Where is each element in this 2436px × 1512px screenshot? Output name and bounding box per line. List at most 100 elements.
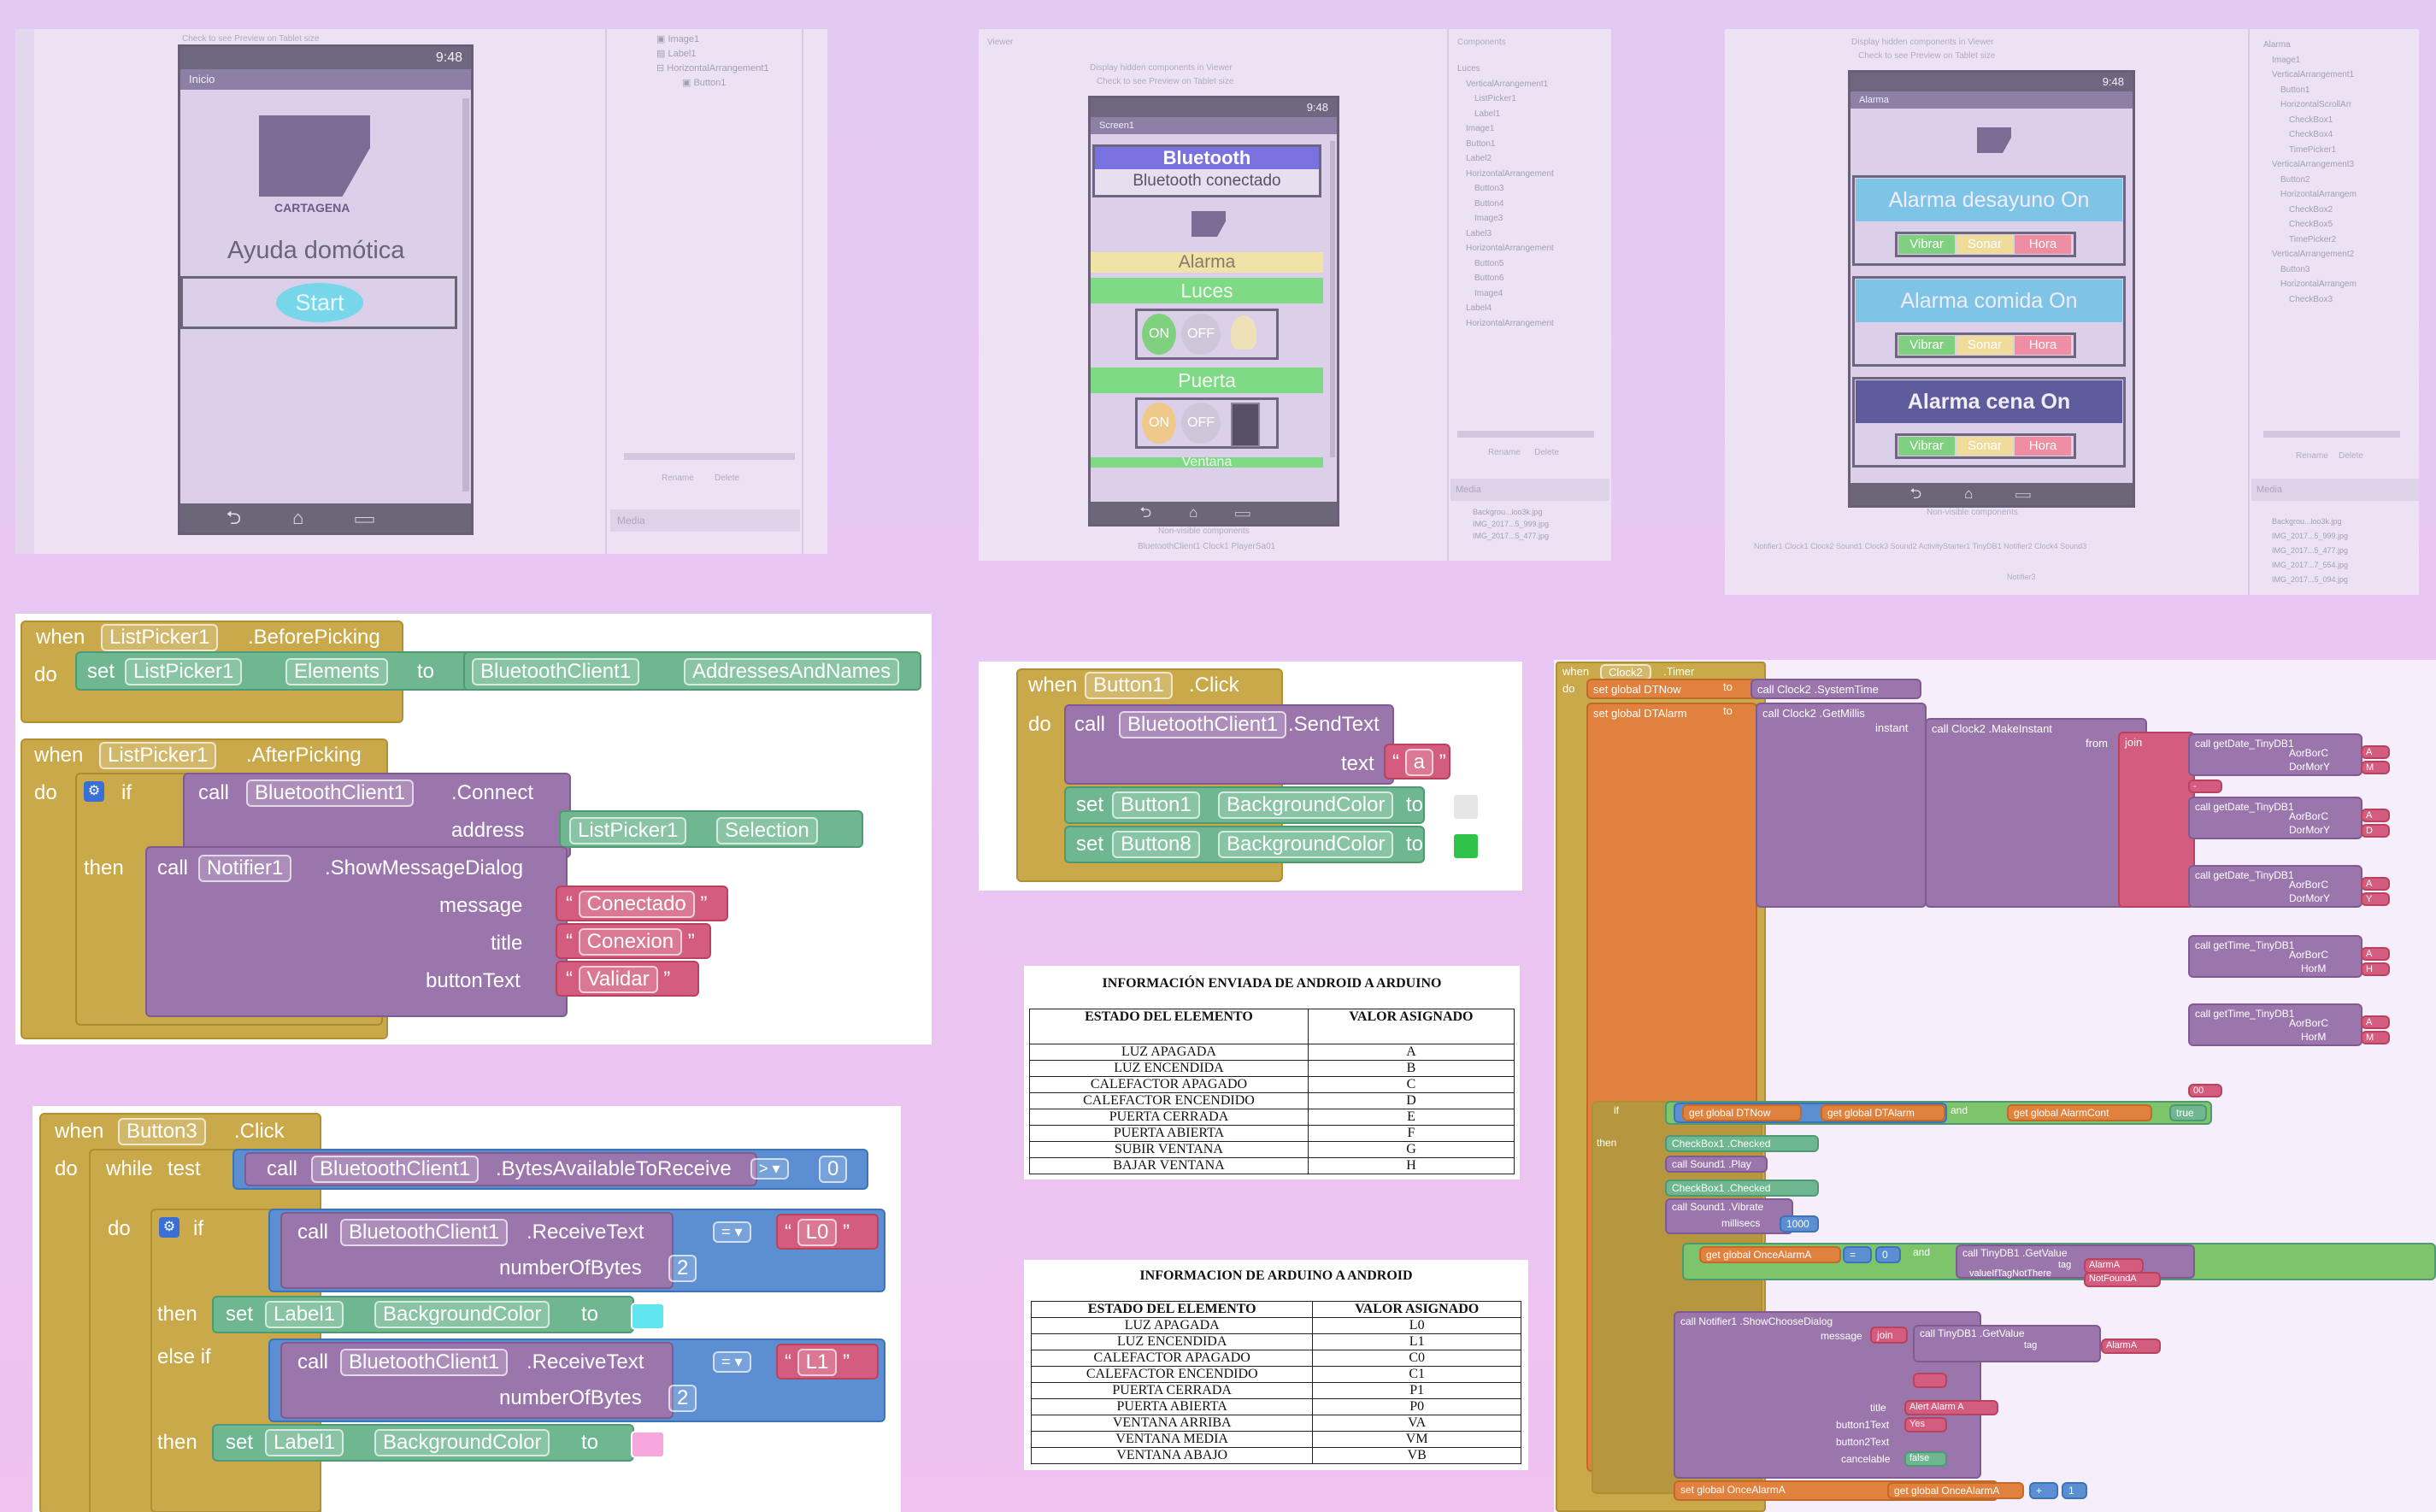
media-item[interactable]: IMG_2017...5_999.jpg [2272, 529, 2348, 544]
tree-scrollbar[interactable] [624, 453, 795, 460]
eq-operator-chip[interactable]: = ▾ [713, 1349, 751, 1373]
tree-item[interactable]: TimePicker1 [2263, 143, 2357, 158]
text-y-block[interactable]: Y [2361, 892, 2390, 906]
scrollbar[interactable] [462, 98, 469, 491]
tree-item[interactable]: TimePicker2 [2263, 232, 2357, 248]
bt-client-chip[interactable]: BluetoothClient1 [340, 1219, 509, 1246]
bgcolor-chip[interactable]: BackgroundColor [1218, 831, 1394, 858]
luces-off-button[interactable]: OFF [1181, 314, 1221, 355]
text-a-block[interactable]: A [2361, 877, 2390, 891]
bgcolor-chip[interactable]: BackgroundColor [374, 1429, 550, 1456]
text-zero-block[interactable]: 00 [2188, 1084, 2222, 1097]
button8-chip[interactable]: Button8 [1112, 831, 1200, 858]
vibrar-checkbox[interactable]: Vibrar [1898, 336, 1955, 355]
millisecs-number-block[interactable]: 1000 [1780, 1215, 1819, 1233]
buttontext-text-block[interactable]: “ Validar ” [556, 961, 699, 997]
getdate-call-c[interactable]: call getDate_TinyDB1 [2188, 865, 2362, 908]
button1-chip[interactable]: Button1 [1112, 791, 1200, 819]
rename-button[interactable]: Rename [1488, 448, 1521, 457]
tree-item[interactable]: VerticalArrangement1 [1457, 77, 1554, 92]
tree-item[interactable]: Button2 [2263, 173, 2357, 188]
bt-client-chip[interactable]: BluetoothClient1 [340, 1349, 509, 1376]
media-item[interactable]: IMG_2017...5_477.jpg [1473, 530, 1549, 542]
tree-item[interactable]: VerticalArrangement1 [2263, 68, 2357, 83]
bt-client-chip[interactable]: BluetoothClient1 [472, 658, 640, 685]
sound1-play-block[interactable]: call Sound1 .Play [1665, 1156, 1768, 1173]
hora-timepicker[interactable]: Hora [2015, 336, 2071, 355]
tree-item[interactable]: Label1 [1457, 107, 1554, 122]
selection-chip[interactable]: Selection [716, 817, 818, 844]
tree-item[interactable]: CheckBox2 [2263, 203, 2357, 218]
sonar-checkbox[interactable]: Sonar [1956, 437, 2013, 456]
color-swatch-pink[interactable] [631, 1431, 665, 1458]
eq-operator-chip[interactable]: = ▾ [713, 1219, 751, 1243]
get-oncealarm-block[interactable]: get global OnceAlarmA [1887, 1482, 2024, 1499]
tree-item[interactable]: HorizontalArrangem [2263, 187, 2357, 203]
color-swatch-green[interactable] [1452, 832, 1480, 860]
systemtime-call-block[interactable]: call Clock2 .SystemTime [1751, 679, 1921, 699]
gt-operator-chip[interactable]: > ▾ [750, 1156, 789, 1180]
media-item[interactable]: Backgrou...loo3k.jpg [1473, 506, 1549, 518]
text-a-block[interactable]: A [2361, 745, 2390, 759]
tree-item[interactable]: HorizontalArrangement [1457, 316, 1554, 332]
tree-item[interactable]: Button6 [1457, 271, 1554, 286]
tree-item[interactable]: CheckBox5 [2263, 217, 2357, 232]
start-button[interactable]: Start [276, 283, 363, 322]
tree-scrollbar[interactable] [1457, 431, 1594, 438]
zero-number-chip[interactable]: 0 [819, 1156, 848, 1183]
puerta-off-button[interactable]: OFF [1181, 403, 1221, 444]
tree-item[interactable]: Luces [1457, 62, 1554, 77]
makeinstant-call-block[interactable]: call Clock2 .MakeInstant [1925, 718, 2147, 908]
tree-item[interactable]: Button4 [1457, 197, 1554, 212]
alarm-comida-button[interactable]: Alarma comida On [1856, 279, 2122, 322]
get-dtalarm-block[interactable]: get global DTAlarm [1821, 1104, 1945, 1121]
gettime-call-b[interactable]: call getTime_TinyDB1 [2188, 1003, 2362, 1046]
vibrar-checkbox[interactable]: Vibrar [1898, 235, 1955, 254]
delete-button[interactable]: Delete [1534, 448, 1559, 457]
notifier-chip[interactable]: Notifier1 [198, 855, 292, 882]
bt-client-chip[interactable]: BluetoothClient1 [246, 780, 415, 807]
tree-item[interactable]: Label3 [1457, 227, 1554, 242]
preview-tablet-checkbox[interactable]: Check to see Preview on Tablet size [1097, 77, 1233, 86]
tree-item[interactable]: CheckBox4 [2263, 127, 2357, 143]
button3-chip[interactable]: Button3 [118, 1118, 206, 1145]
media-item[interactable]: IMG_2017...5_999.jpg [1473, 518, 1549, 530]
rename-button[interactable]: Rename [2296, 451, 2328, 461]
title-text-block[interactable]: “ Conexion ” [556, 923, 711, 959]
alarma-button[interactable]: Alarma [1091, 252, 1323, 273]
tree-item[interactable]: ▣ Button1 [656, 76, 769, 91]
bt-client-chip[interactable]: BluetoothClient1 [311, 1156, 480, 1183]
delete-button[interactable]: Delete [715, 474, 739, 483]
tree-item[interactable]: Image3 [1457, 211, 1554, 227]
tree-item[interactable]: ▤ Label1 [656, 47, 769, 62]
tree-item[interactable]: Image4 [1457, 286, 1554, 302]
label1-chip[interactable]: Label1 [265, 1429, 344, 1456]
true-block[interactable]: true [2169, 1104, 2207, 1121]
color-swatch-light[interactable] [1452, 793, 1480, 821]
bgcolor-chip[interactable]: BackgroundColor [374, 1301, 550, 1328]
text-l1-block[interactable]: “ L1 ” [776, 1344, 879, 1380]
alarm-desayuno-button[interactable]: Alarma desayuno On [1856, 179, 2122, 221]
text-dash-block[interactable]: - [2188, 780, 2222, 793]
text-a-block[interactable]: “ a ” [1384, 744, 1450, 780]
alert-title-text-block[interactable]: Alert Alarm A [1904, 1400, 1998, 1415]
tree-item[interactable]: VerticalArrangement2 [2263, 247, 2357, 262]
tinydb-getvalue-block[interactable]: call TinyDB1 .GetValue [1913, 1325, 2101, 1362]
hora-timepicker[interactable]: Hora [2015, 235, 2071, 254]
media-item[interactable]: IMG_2017...5_477.jpg [2272, 544, 2348, 558]
get-alarmcont-block[interactable]: get global AlarmCont [2007, 1104, 2152, 1121]
tree-item[interactable]: VerticalArrangement3 [2263, 157, 2357, 173]
hidden-components-checkbox[interactable]: Display hidden components in Viewer [1090, 63, 1233, 73]
yes-text-block[interactable]: Yes [1904, 1417, 1947, 1433]
checkbox1-checked-block[interactable]: CheckBox1 .Checked [1665, 1135, 1819, 1152]
text-a-block[interactable]: A [2361, 1015, 2390, 1029]
join-block[interactable]: join [1870, 1327, 1908, 1344]
sonar-checkbox[interactable]: Sonar [1956, 235, 2013, 254]
tree-item[interactable]: Image1 [2263, 53, 2357, 68]
two-number-chip[interactable]: 2 [668, 1255, 697, 1282]
alarm-cena-button[interactable]: Alarma cena On [1856, 380, 2122, 423]
listpicker-chip[interactable]: ListPicker1 [99, 742, 217, 769]
tree-item[interactable]: ▣ Image1 [656, 32, 769, 47]
listpicker-chip[interactable]: ListPicker1 [569, 817, 687, 844]
false-block[interactable]: false [1904, 1451, 1947, 1467]
